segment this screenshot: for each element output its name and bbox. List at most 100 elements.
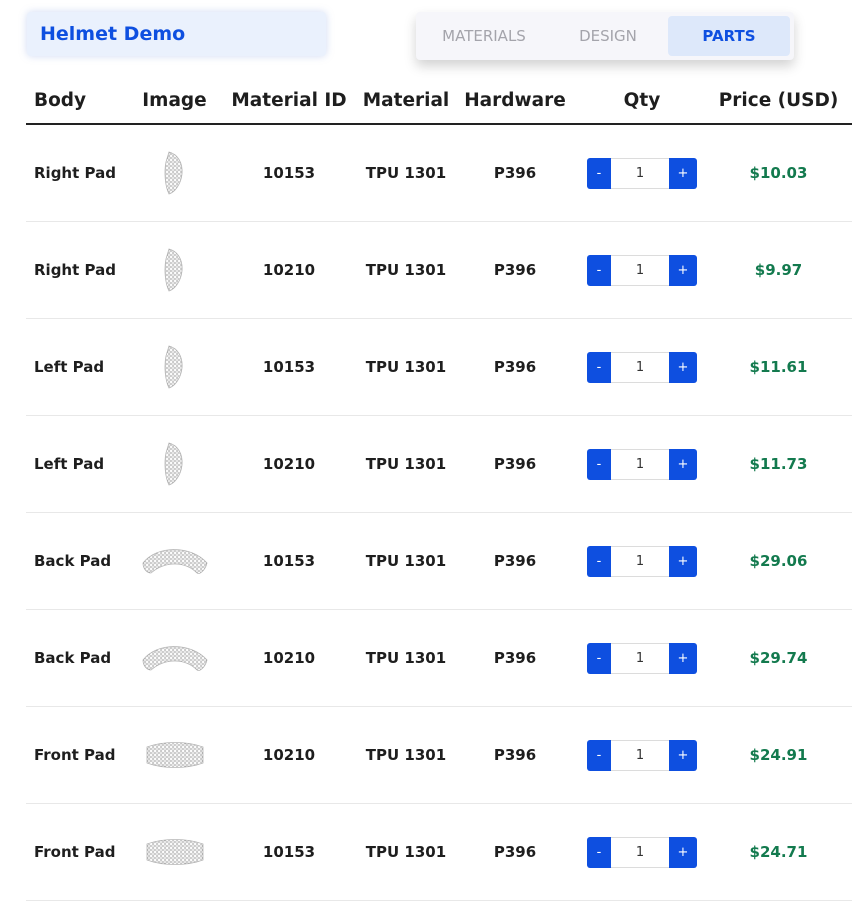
app-title: Helmet Demo <box>40 23 186 45</box>
qty-input[interactable] <box>611 351 669 383</box>
cell-price: $9.97 <box>754 261 803 279</box>
qty-increment-button[interactable]: + <box>669 545 697 577</box>
header-image: Image <box>142 89 207 111</box>
table-row: Left Pad10153TPU 1301P396-+$11.61 <box>26 319 852 416</box>
header-material: Material <box>362 89 450 111</box>
header-qty: Qty <box>623 89 661 111</box>
cell-hardware: P396 <box>493 164 537 182</box>
qty-decrement-button[interactable]: - <box>587 351 611 383</box>
qty-stepper: -+ <box>573 448 711 480</box>
cell-material: TPU 1301 <box>365 455 447 473</box>
cell-price: $11.73 <box>749 455 808 473</box>
qty-input[interactable] <box>611 642 669 674</box>
cell-body: Left Pad <box>34 455 105 473</box>
qty-increment-button[interactable]: + <box>669 157 697 189</box>
cell-price: $29.06 <box>749 552 808 570</box>
table-row: Right Pad10210TPU 1301P396-+$9.97 <box>26 222 852 319</box>
cell-material-id: 10210 <box>262 261 316 279</box>
cell-body: Front Pad <box>34 746 116 764</box>
qty-input[interactable] <box>611 157 669 189</box>
tab-design[interactable]: DESIGN <box>548 16 668 56</box>
qty-stepper: -+ <box>573 254 711 286</box>
table-row: Right Pad10153TPU 1301P396-+$10.03 <box>26 125 852 222</box>
cell-body: Front Pad <box>34 843 116 861</box>
table-header: Body Image Material ID Material Hardware… <box>26 77 852 125</box>
cell-price: $24.91 <box>749 746 808 764</box>
qty-input[interactable] <box>611 254 669 286</box>
qty-input[interactable] <box>611 545 669 577</box>
table-row: Back Pad10210TPU 1301P396-+$29.74 <box>26 610 852 707</box>
cell-material: TPU 1301 <box>365 746 447 764</box>
cell-material: TPU 1301 <box>365 358 447 376</box>
qty-decrement-button[interactable]: - <box>587 836 611 868</box>
cell-price: $24.71 <box>749 843 808 861</box>
cell-material-id: 10153 <box>262 164 316 182</box>
cell-material-id: 10210 <box>262 455 316 473</box>
cell-body: Right Pad <box>34 261 116 279</box>
cell-material: TPU 1301 <box>365 843 447 861</box>
cell-material-id: 10210 <box>262 746 316 764</box>
qty-decrement-button[interactable]: - <box>587 545 611 577</box>
qty-input[interactable] <box>611 448 669 480</box>
cell-hardware: P396 <box>493 843 537 861</box>
qty-increment-button[interactable]: + <box>669 351 697 383</box>
qty-input[interactable] <box>611 836 669 868</box>
parts-table: Body Image Material ID Material Hardware… <box>26 77 852 901</box>
tab-materials[interactable]: MATERIALS <box>420 16 548 56</box>
part-thumbnail <box>126 541 223 581</box>
header-body: Body <box>34 89 87 111</box>
qty-decrement-button[interactable]: - <box>587 254 611 286</box>
header-price: Price (USD) <box>718 89 839 111</box>
qty-increment-button[interactable]: + <box>669 739 697 771</box>
qty-increment-button[interactable]: + <box>669 254 697 286</box>
part-thumbnail <box>126 342 223 392</box>
part-thumbnail <box>126 832 223 872</box>
qty-stepper: -+ <box>573 739 711 771</box>
header-material-id: Material ID <box>231 89 347 111</box>
cell-material-id: 10153 <box>262 552 316 570</box>
cell-price: $29.74 <box>749 649 808 667</box>
table-row: Left Pad10210TPU 1301P396-+$11.73 <box>26 416 852 513</box>
table-row: Front Pad10210TPU 1301P396-+$24.91 <box>26 707 852 804</box>
cell-material: TPU 1301 <box>365 261 447 279</box>
cell-hardware: P396 <box>493 455 537 473</box>
qty-decrement-button[interactable]: - <box>587 642 611 674</box>
cell-body: Back Pad <box>34 552 112 570</box>
cell-hardware: P396 <box>493 649 537 667</box>
cell-hardware: P396 <box>493 746 537 764</box>
qty-increment-button[interactable]: + <box>669 836 697 868</box>
cell-hardware: P396 <box>493 358 537 376</box>
qty-increment-button[interactable]: + <box>669 448 697 480</box>
qty-stepper: -+ <box>573 157 711 189</box>
qty-decrement-button[interactable]: - <box>587 157 611 189</box>
app-title-box: Helmet Demo <box>27 12 326 56</box>
qty-stepper: -+ <box>573 836 711 868</box>
qty-stepper: -+ <box>573 545 711 577</box>
part-thumbnail <box>126 439 223 489</box>
tab-parts[interactable]: PARTS <box>668 16 790 56</box>
qty-increment-button[interactable]: + <box>669 642 697 674</box>
cell-material-id: 10153 <box>262 358 316 376</box>
part-thumbnail <box>126 245 223 295</box>
part-thumbnail <box>126 735 223 775</box>
part-thumbnail <box>126 638 223 678</box>
tab-bar: MATERIALS DESIGN PARTS <box>416 12 794 60</box>
qty-stepper: -+ <box>573 351 711 383</box>
qty-decrement-button[interactable]: - <box>587 448 611 480</box>
cell-body: Right Pad <box>34 164 116 182</box>
cell-body: Left Pad <box>34 358 105 376</box>
qty-decrement-button[interactable]: - <box>587 739 611 771</box>
cell-material: TPU 1301 <box>365 552 447 570</box>
qty-input[interactable] <box>611 739 669 771</box>
cell-material-id: 10210 <box>262 649 316 667</box>
cell-hardware: P396 <box>493 261 537 279</box>
qty-stepper: -+ <box>573 642 711 674</box>
cell-material-id: 10153 <box>262 843 316 861</box>
header-hardware: Hardware <box>464 89 566 111</box>
table-body: Right Pad10153TPU 1301P396-+$10.03Right … <box>26 125 852 901</box>
cell-price: $11.61 <box>749 358 808 376</box>
cell-price: $10.03 <box>749 164 808 182</box>
table-row: Front Pad10153TPU 1301P396-+$24.71 <box>26 804 852 901</box>
part-thumbnail <box>126 148 223 198</box>
cell-hardware: P396 <box>493 552 537 570</box>
